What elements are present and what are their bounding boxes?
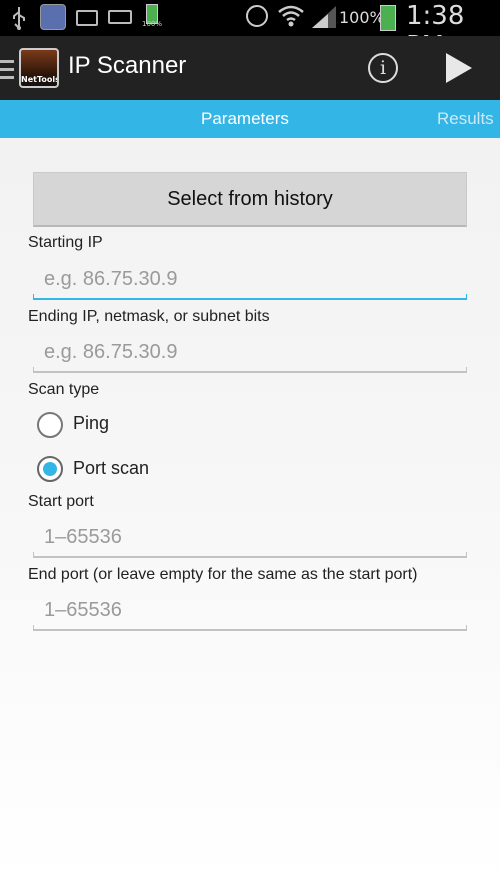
port-scan-radio-label[interactable]: Port scan bbox=[73, 458, 149, 479]
tab-strip: Parameters Results bbox=[0, 100, 500, 138]
action-bar: NetTools IP Scanner i bbox=[0, 36, 500, 100]
input-underline bbox=[33, 294, 467, 300]
wifi-icon bbox=[278, 5, 304, 27]
ping-radio[interactable] bbox=[37, 412, 63, 438]
alarm-icon bbox=[246, 5, 268, 27]
battery-small-label: 100% bbox=[142, 20, 163, 28]
tab-parameters[interactable]: Parameters bbox=[201, 109, 289, 129]
ending-ip-input[interactable]: e.g. 86.75.30.9 bbox=[33, 333, 467, 373]
input-underline bbox=[33, 552, 467, 558]
usb-icon bbox=[13, 7, 25, 30]
app-notification-icon bbox=[40, 4, 66, 30]
end-port-label: End port (or leave empty for the same as… bbox=[28, 566, 418, 583]
mail-icon bbox=[76, 10, 98, 26]
starting-ip-placeholder: e.g. 86.75.30.9 bbox=[44, 268, 178, 290]
starting-ip-input[interactable]: e.g. 86.75.30.9 bbox=[33, 260, 467, 300]
status-bar: 100% 100% 1:38 PM bbox=[0, 0, 500, 61]
port-scan-radio[interactable] bbox=[37, 456, 63, 482]
battery-percent: 100% bbox=[339, 8, 385, 27]
ending-ip-label: Ending IP, netmask, or subnet bits bbox=[28, 308, 270, 325]
app-logo-text: NetTools bbox=[21, 75, 59, 84]
drawer-menu-icon[interactable] bbox=[0, 60, 14, 84]
input-underline bbox=[33, 625, 467, 631]
app-logo[interactable]: NetTools bbox=[19, 48, 59, 88]
info-button[interactable]: i bbox=[368, 53, 398, 83]
ending-ip-placeholder: e.g. 86.75.30.9 bbox=[44, 341, 178, 363]
input-underline bbox=[33, 367, 467, 373]
select-from-history-button[interactable]: Select from history bbox=[33, 172, 467, 227]
info-icon: i bbox=[379, 57, 387, 79]
start-port-placeholder: 1–65536 bbox=[44, 526, 122, 548]
tab-results[interactable]: Results bbox=[437, 109, 494, 129]
page-title: IP Scanner bbox=[68, 52, 187, 79]
start-port-input[interactable]: 1–65536 bbox=[33, 518, 467, 558]
play-icon[interactable] bbox=[440, 51, 476, 85]
signal-icon bbox=[312, 6, 336, 28]
starting-ip-label: Starting IP bbox=[28, 234, 103, 251]
scan-type-label: Scan type bbox=[28, 381, 100, 398]
end-port-placeholder: 1–65536 bbox=[44, 599, 122, 621]
parameters-form: Select from history Starting IP e.g. 86.… bbox=[0, 138, 500, 889]
ping-radio-label[interactable]: Ping bbox=[73, 413, 109, 434]
start-port-label: Start port bbox=[28, 493, 94, 510]
end-port-input[interactable]: 1–65536 bbox=[33, 591, 467, 631]
battery-icon bbox=[380, 5, 396, 31]
voicemail-icon bbox=[108, 10, 132, 24]
